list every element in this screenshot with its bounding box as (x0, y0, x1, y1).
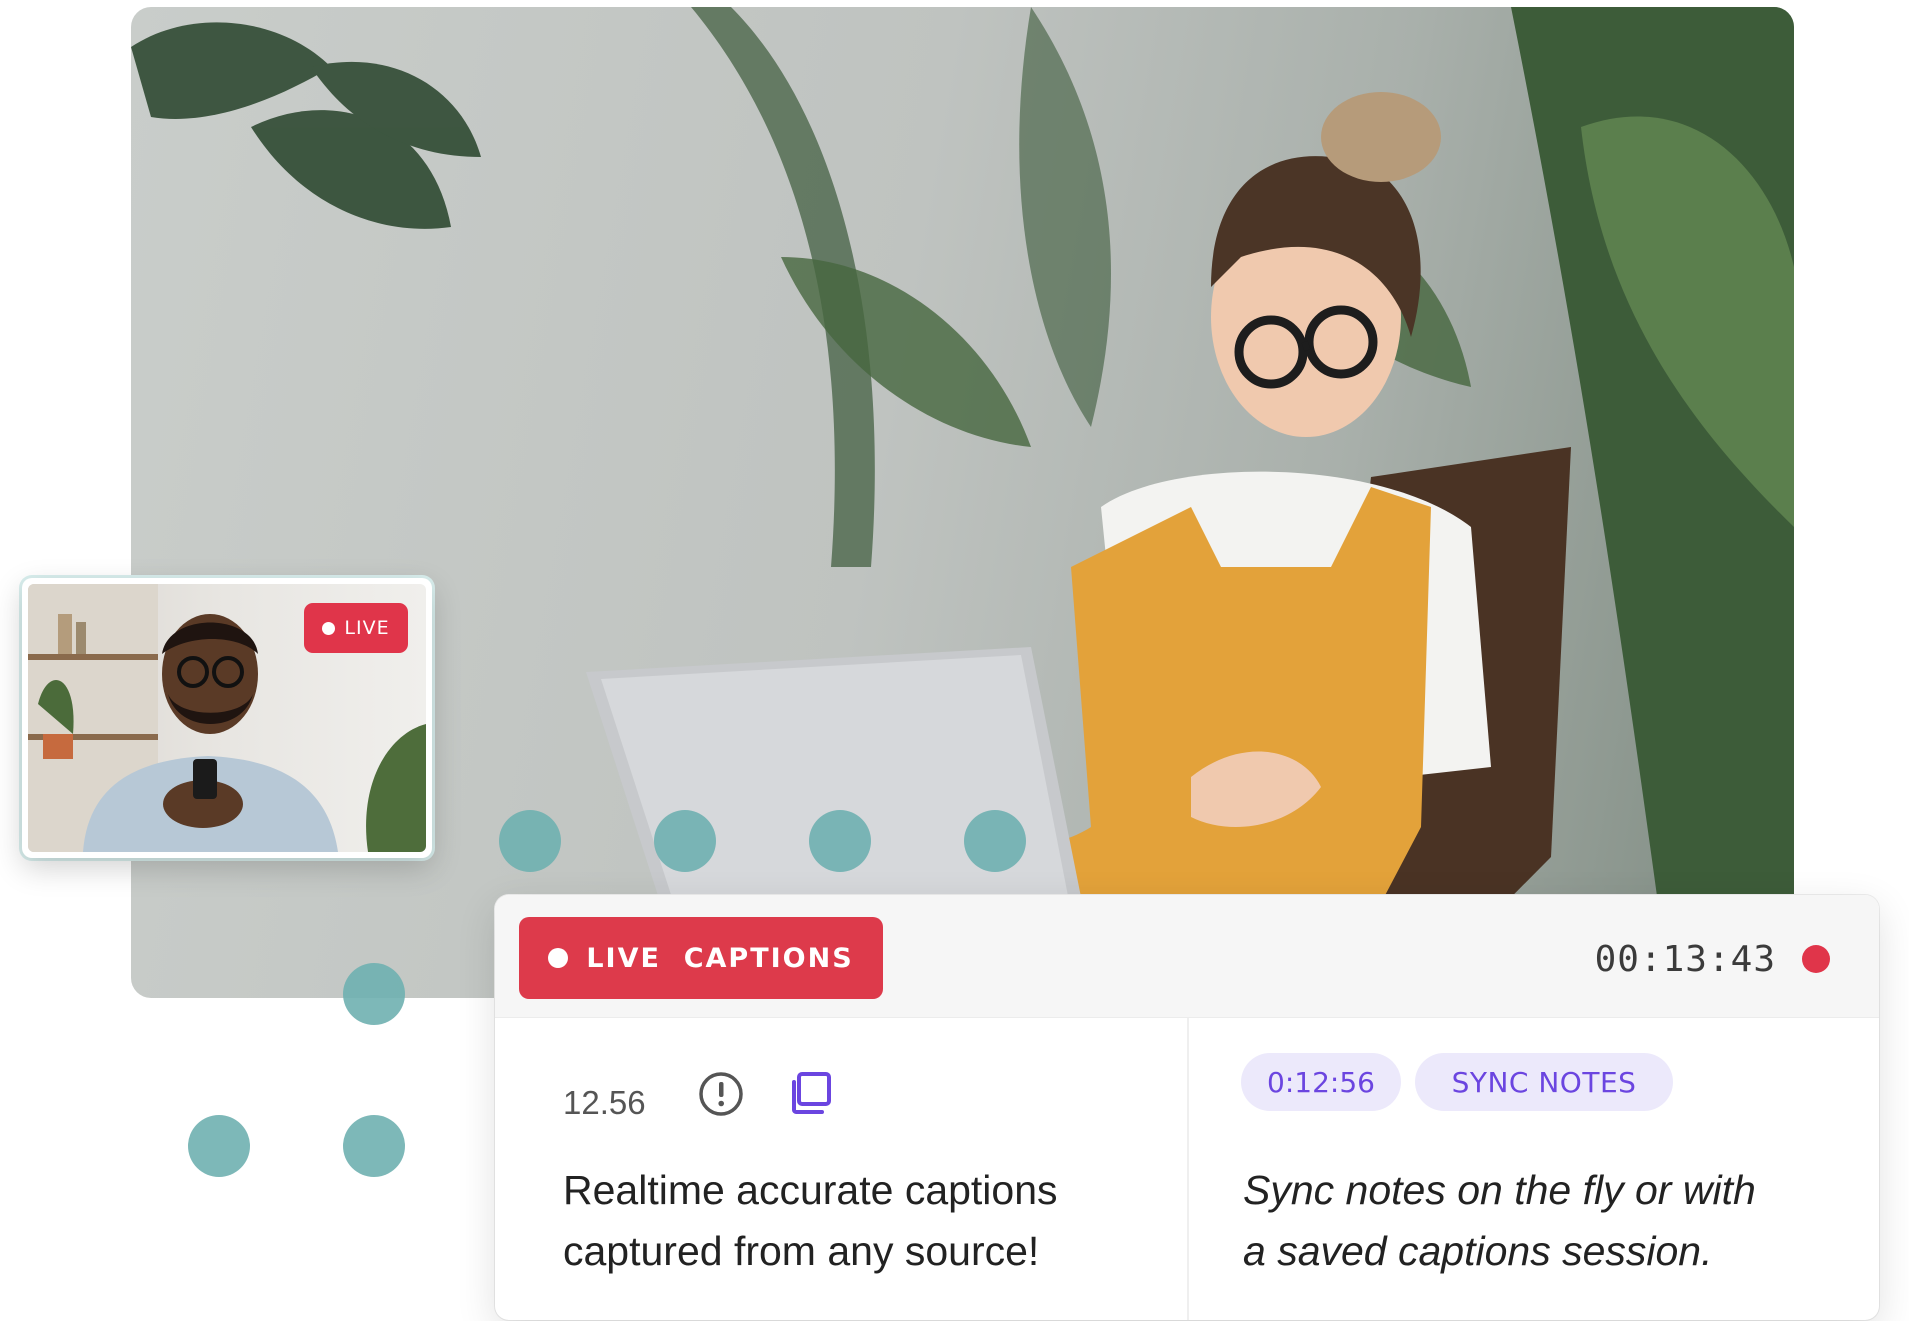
caption-entry: 12.56 Realtime accurate captions capture… (495, 1018, 1189, 1320)
caption-text-line: captured from any source! (563, 1228, 1040, 1274)
pip-video-frame: LIVE (28, 584, 426, 852)
caption-timestamp: 12.56 (563, 1084, 646, 1121)
notes-entry: 0:12:56 SYNC NOTES Sync notes on the fly… (1189, 1018, 1879, 1320)
pip-video-window[interactable]: LIVE (22, 578, 432, 858)
notes-timestamp-pill[interactable]: 0:12:56 (1241, 1053, 1401, 1111)
notes-text: Sync notes on the fly or with a saved ca… (1243, 1160, 1863, 1282)
decorative-dot (654, 810, 716, 872)
live-captions-button[interactable]: LIVE CAPTIONS (519, 917, 883, 999)
decorative-dot (343, 1115, 405, 1177)
notes-text-line: Sync notes on the fly or with (1243, 1167, 1756, 1213)
alert-icon[interactable] (697, 1070, 745, 1118)
decorative-dot (343, 963, 405, 1025)
live-dot-icon (548, 948, 569, 968)
recording-dot-icon (1802, 945, 1830, 973)
decorative-dot (809, 810, 871, 872)
captions-panel: LIVE CAPTIONS 00:13:43 12.56 Realtime ac… (495, 895, 1879, 1320)
copy-icon[interactable] (785, 1068, 835, 1118)
decorative-dot (964, 810, 1026, 872)
caption-text-line: Realtime accurate captions (563, 1167, 1058, 1213)
live-badge: LIVE (304, 603, 408, 653)
sync-notes-button[interactable]: SYNC NOTES (1415, 1053, 1673, 1111)
decorative-dot (188, 1115, 250, 1177)
caption-text: Realtime accurate captions captured from… (563, 1160, 1163, 1282)
live-captions-label: LIVE CAPTIONS (586, 942, 854, 974)
session-timer: 00:13:43 (1594, 938, 1776, 980)
captions-panel-header: LIVE CAPTIONS 00:13:43 (495, 895, 1879, 1018)
live-badge-label: LIVE (344, 617, 390, 639)
notes-text-line: a saved captions session. (1243, 1228, 1713, 1274)
live-dot-icon (322, 621, 336, 635)
decorative-dot (499, 810, 561, 872)
